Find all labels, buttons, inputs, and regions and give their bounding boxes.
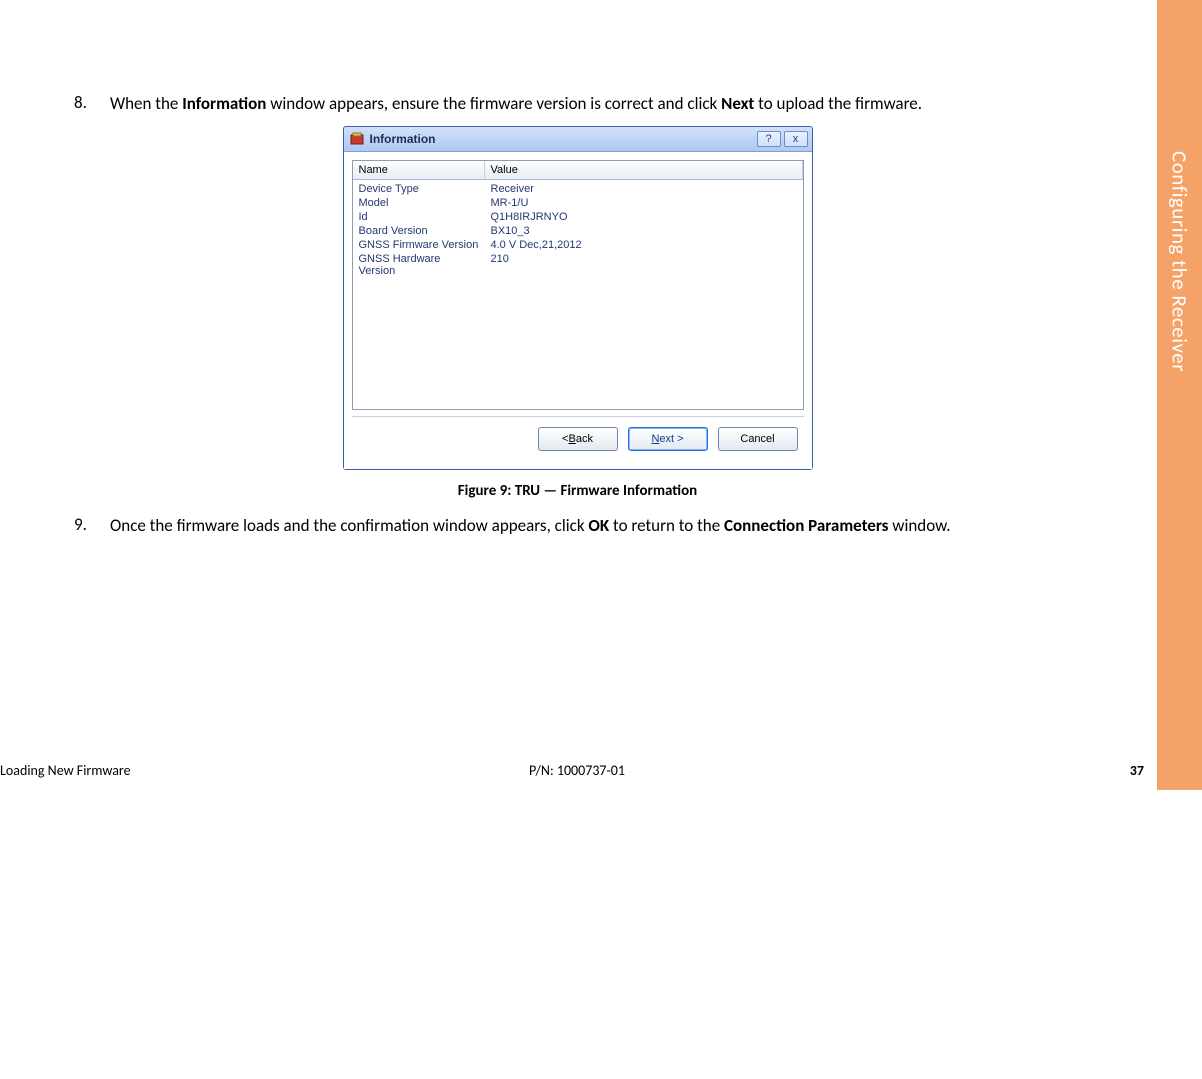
column-header-name: Name xyxy=(353,161,485,179)
next-button[interactable]: Next > xyxy=(628,427,708,451)
dialog-button-row: < Back Next > Cancel xyxy=(352,427,804,461)
dialog-title: Information xyxy=(370,132,754,146)
step-8: 8. When the Information window appears, … xyxy=(0,92,1155,116)
column-header-value: Value xyxy=(485,161,803,179)
page-content: 8. When the Information window appears, … xyxy=(0,0,1155,548)
dialog-body: Name Value Device Type Receiver Model MR… xyxy=(344,152,812,469)
step-number: 9. xyxy=(74,514,110,538)
step-text: When the Information window appears, ens… xyxy=(110,92,1155,116)
table-row: Board Version BX10_3 xyxy=(353,224,803,238)
figure-9-wrap: Information ? x Name Value Device Type xyxy=(0,126,1155,470)
info-table-header: Name Value xyxy=(353,161,803,180)
table-row: GNSS Hardware Version 210 xyxy=(353,252,803,278)
footer-part-number: P/N: 1000737-01 xyxy=(529,762,625,779)
table-row: Id Q1H8IRJRNYO xyxy=(353,210,803,224)
page-footer: Loading New Firmware P/N: 1000737-01 37 xyxy=(0,762,1154,779)
table-row: Device Type Receiver xyxy=(353,182,803,196)
figure-caption: Figure 9: TRU — Firmware Information xyxy=(0,482,1155,500)
close-button[interactable]: x xyxy=(784,131,808,147)
help-button[interactable]: ? xyxy=(757,131,781,147)
footer-page-number: 37 xyxy=(1130,762,1144,779)
chapter-side-tab-label: Configuring the Receiver xyxy=(1157,77,1202,447)
back-button[interactable]: < Back xyxy=(538,427,618,451)
cancel-button[interactable]: Cancel xyxy=(718,427,798,451)
app-icon xyxy=(350,132,364,146)
information-dialog: Information ? x Name Value Device Type xyxy=(343,126,813,470)
chapter-side-tab: Configuring the Receiver xyxy=(1157,0,1202,790)
footer-section-title: Loading New Firmware xyxy=(0,762,131,779)
step-9: 9. Once the firmware loads and the confi… xyxy=(0,514,1155,538)
step-text: Once the firmware loads and the confirma… xyxy=(110,514,1155,538)
step-number: 8. xyxy=(74,92,110,116)
dialog-separator xyxy=(352,416,804,417)
info-table: Name Value Device Type Receiver Model MR… xyxy=(352,160,804,410)
table-row: GNSS Firmware Version 4.0 V Dec,21,2012 xyxy=(353,238,803,252)
table-row: Model MR-1/U xyxy=(353,196,803,210)
info-table-rows: Device Type Receiver Model MR-1/U Id Q1H… xyxy=(353,180,803,280)
dialog-titlebar: Information ? x xyxy=(344,127,812,152)
